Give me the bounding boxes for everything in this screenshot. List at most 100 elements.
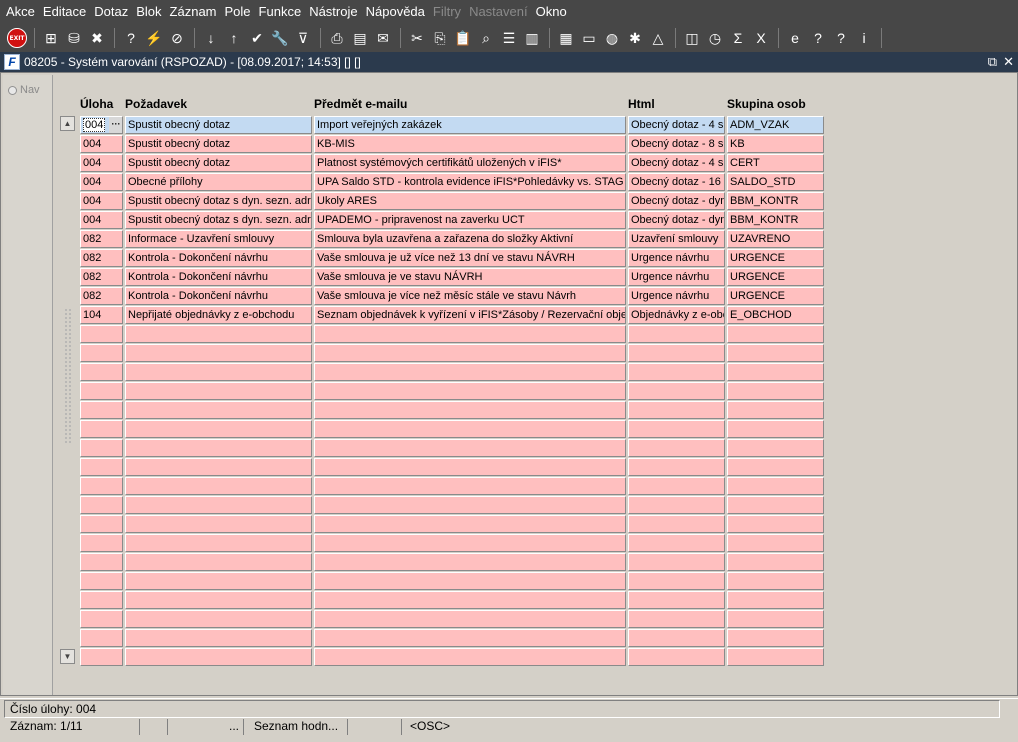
cell-predmet[interactable]: Seznam objednávek k vyřízení v iFIS*Záso… [314, 306, 626, 324]
cell-html[interactable] [628, 477, 725, 495]
cell-skupina[interactable] [727, 420, 824, 438]
cell-uloha[interactable] [80, 477, 123, 495]
exit-button[interactable]: EXIT [6, 27, 28, 49]
cell-pozadavek[interactable] [125, 648, 312, 666]
cell-uloha[interactable]: 004 [80, 192, 123, 210]
menu-item-1[interactable]: Editace [39, 0, 90, 24]
context-help-icon[interactable]: ? [830, 27, 852, 49]
cell-predmet[interactable]: KB-MIS [314, 135, 626, 153]
enter-query-icon[interactable]: ? [120, 27, 142, 49]
table-row[interactable]: 082 Kontrola - Dokončení návrhu Vaše smlou… [80, 268, 826, 287]
cell-html[interactable] [628, 591, 725, 609]
restore-window-icon[interactable]: ⧉ [988, 54, 997, 70]
cell-uloha[interactable] [80, 534, 123, 552]
cell-html[interactable] [628, 648, 725, 666]
delete-record-icon[interactable]: ✖ [86, 27, 108, 49]
cell-html[interactable]: Obecný dotaz - 8 sl [628, 135, 725, 153]
cut-icon[interactable]: ✂ [406, 27, 428, 49]
document-icon[interactable]: ▭ [578, 27, 600, 49]
scroll-up-icon[interactable]: ▲ [60, 116, 75, 131]
cell-html[interactable] [628, 572, 725, 590]
cell-predmet[interactable] [314, 553, 626, 571]
table-row[interactable]: 082 Kontrola - Dokončení návrhu Vaše smlou… [80, 287, 826, 306]
execute-query-icon[interactable]: ⚡ [143, 27, 165, 49]
cell-pozadavek[interactable] [125, 382, 312, 400]
cell-html[interactable]: Urgence návrhu [628, 287, 725, 305]
columns-icon[interactable]: ▥ [521, 27, 543, 49]
cell-predmet[interactable]: Vaše smlouva je více než měsíc stále ve … [314, 287, 626, 305]
cell-pozadavek[interactable] [125, 344, 312, 362]
mail-icon[interactable]: ✉ [372, 27, 394, 49]
cell-predmet[interactable] [314, 515, 626, 533]
table-row-empty[interactable] [80, 420, 826, 439]
cell-html[interactable] [628, 458, 725, 476]
cell-predmet[interactable]: Vaše smlouva je ve stavu NÁVRH [314, 268, 626, 286]
table-row-empty[interactable] [80, 629, 826, 648]
cell-html[interactable]: Uzavření smlouvy [628, 230, 725, 248]
clock-icon[interactable]: ◷ [704, 27, 726, 49]
cell-skupina[interactable] [727, 401, 824, 419]
cell-pozadavek[interactable]: Kontrola - Dokončení návrhu [125, 287, 312, 305]
cell-uloha[interactable]: 082 [80, 268, 123, 286]
cell-skupina[interactable]: BBM_KONTR [727, 211, 824, 229]
table-row-empty[interactable] [80, 553, 826, 572]
cell-skupina[interactable] [727, 648, 824, 666]
cell-skupina[interactable] [727, 572, 824, 590]
cell-skupina[interactable] [727, 363, 824, 381]
sum-icon[interactable]: Σ [727, 27, 749, 49]
cell-uloha[interactable]: 004 [80, 135, 123, 153]
cell-uloha[interactable] [80, 553, 123, 571]
cell-skupina[interactable] [727, 534, 824, 552]
cell-predmet[interactable] [314, 420, 626, 438]
cell-skupina[interactable] [727, 553, 824, 571]
cell-pozadavek[interactable] [125, 439, 312, 457]
cell-skupina[interactable] [727, 591, 824, 609]
table-row[interactable]: 004 Spustit obecný dotaz Platnost systémov… [80, 154, 826, 173]
cell-pozadavek[interactable]: Spustit obecný dotaz [125, 116, 312, 134]
wrench-icon[interactable]: 🔧 [269, 27, 291, 49]
cell-predmet[interactable] [314, 363, 626, 381]
cell-uloha[interactable] [80, 629, 123, 647]
table-row[interactable]: 004 Spustit obecný dotaz s dyn. sezn. adr… [80, 192, 826, 211]
cell-pozadavek[interactable] [125, 496, 312, 514]
cell-pozadavek[interactable] [125, 325, 312, 343]
table-row[interactable]: 004 ··· Spustit obecný dotaz Import veřejný… [80, 116, 826, 135]
cell-pozadavek[interactable]: Spustit obecný dotaz [125, 135, 312, 153]
table-row-empty[interactable] [80, 458, 826, 477]
cell-skupina[interactable]: ADM_VZAK [727, 116, 824, 134]
menu-item-3[interactable]: Blok [132, 0, 165, 24]
close-window-icon[interactable]: ✕ [1003, 54, 1014, 70]
cell-uloha[interactable]: 004 [80, 154, 123, 172]
cell-predmet[interactable]: UPADEMO - pripravenost na zaverku UCT [314, 211, 626, 229]
cell-skupina[interactable]: BBM_KONTR [727, 192, 824, 210]
cell-skupina[interactable] [727, 439, 824, 457]
cell-predmet[interactable] [314, 629, 626, 647]
cancel-query-icon[interactable]: ⊘ [166, 27, 188, 49]
cell-predmet[interactable] [314, 401, 626, 419]
menu-item-6[interactable]: Funkce [255, 0, 306, 24]
cell-pozadavek[interactable] [125, 477, 312, 495]
cell-skupina[interactable]: SALDO_STD [727, 173, 824, 191]
cell-predmet[interactable]: Vaše smlouva je už více než 13 dní ve st… [314, 249, 626, 267]
cell-skupina[interactable] [727, 496, 824, 514]
cell-predmet[interactable]: Platnost systémových certifikátů uložený… [314, 154, 626, 172]
commit-check-icon[interactable]: ✔ [246, 27, 268, 49]
table-row-empty[interactable] [80, 344, 826, 363]
menu-item-7[interactable]: Nástroje [305, 0, 361, 24]
cell-pozadavek[interactable]: Informace - Uzavření smlouvy [125, 230, 312, 248]
cell-pozadavek[interactable] [125, 401, 312, 419]
list-of-values-button[interactable]: ··· [109, 117, 122, 133]
cell-uloha[interactable] [80, 401, 123, 419]
globe-icon[interactable]: ◍ [601, 27, 623, 49]
table-row-empty[interactable] [80, 515, 826, 534]
cell-predmet[interactable] [314, 439, 626, 457]
cell-html[interactable]: Obecný dotaz - 4 sl [628, 154, 725, 172]
cell-skupina[interactable] [727, 610, 824, 628]
cell-predmet[interactable]: Import veřejných zakázek [314, 116, 626, 134]
cell-uloha[interactable] [80, 648, 123, 666]
cell-predmet[interactable] [314, 648, 626, 666]
cell-pozadavek[interactable] [125, 553, 312, 571]
table-row-empty[interactable] [80, 477, 826, 496]
cell-html[interactable]: Objednávky z e-obc [628, 306, 725, 324]
table-row-empty[interactable] [80, 439, 826, 458]
